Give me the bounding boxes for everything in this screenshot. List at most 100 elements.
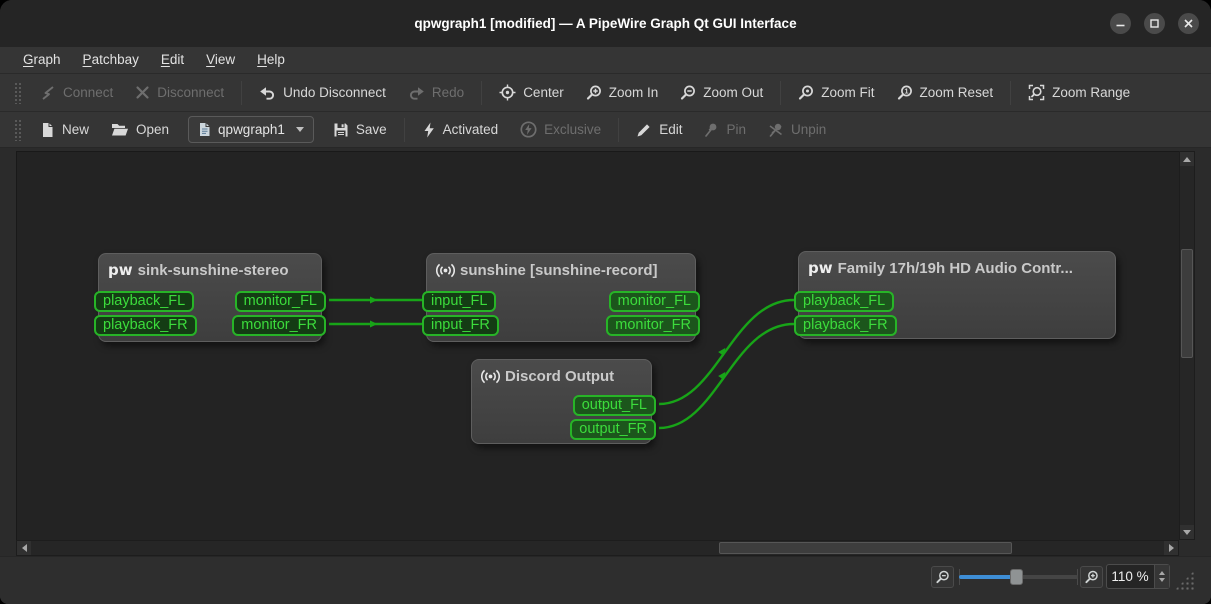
minimize-button[interactable] — [1110, 13, 1131, 34]
exclusive-button[interactable]: Exclusive — [509, 115, 612, 145]
slider-fill — [959, 575, 1016, 579]
redo-button[interactable]: Redo — [397, 78, 475, 108]
window-controls — [1110, 13, 1199, 34]
maximize-button[interactable] — [1144, 13, 1165, 34]
connection-wires — [329, 296, 795, 430]
patchbay-select[interactable]: qpwgraph1 — [188, 116, 314, 143]
node-sink-sunshine-stereo[interactable]: pw sink-sunshine-stereo playback_FL moni… — [94, 253, 326, 342]
graph-canvas[interactable]: pw sink-sunshine-stereo playback_FL moni… — [16, 151, 1179, 540]
disconnect-button[interactable]: Disconnect — [124, 78, 235, 108]
zoom-out-button[interactable]: Zoom Out — [669, 78, 774, 108]
horizontal-scrollbar[interactable] — [16, 540, 1179, 556]
edit-pencil-icon — [637, 123, 650, 136]
chevron-down-icon — [295, 127, 304, 132]
zoom-fit-icon — [799, 85, 814, 100]
vertical-scrollbar[interactable] — [1179, 151, 1195, 540]
port-output-fl[interactable]: output_FL — [572, 395, 656, 416]
new-button[interactable]: New — [29, 115, 100, 145]
menu-graph[interactable]: Graph — [12, 47, 72, 73]
zoom-fit-button[interactable]: Zoom Fit — [787, 78, 885, 108]
port-monitor-fr[interactable]: monitor_FR — [606, 315, 700, 336]
toolbar-separator — [403, 117, 405, 142]
slider-handle[interactable] — [1010, 569, 1023, 585]
menu-edit[interactable]: Edit — [150, 47, 195, 73]
close-button[interactable] — [1178, 13, 1199, 34]
open-button[interactable]: Open — [100, 115, 180, 145]
port-input-fl[interactable]: input_FL — [422, 291, 497, 312]
main-area: pw sink-sunshine-stereo playback_FL moni… — [0, 148, 1211, 556]
pipewire-icon: pw — [808, 259, 833, 277]
scroll-right-button[interactable] — [1164, 541, 1178, 555]
node-discord-output[interactable]: Discord Output output_FL output_FR — [471, 359, 656, 444]
horizontal-scroll-thumb[interactable] — [719, 542, 1012, 554]
arrow-left-icon — [21, 544, 27, 552]
unpin-button[interactable]: Unpin — [757, 115, 837, 145]
port-input-fr[interactable]: input_FR — [422, 315, 499, 336]
port-monitor-fl[interactable]: monitor_FL — [234, 291, 326, 312]
open-folder-icon — [112, 124, 129, 136]
statusbar-zoom-in-button[interactable] — [1080, 566, 1103, 588]
new-file-icon — [43, 122, 53, 137]
node-title: Discord Output — [505, 368, 615, 385]
arrow-right-icon — [1168, 544, 1174, 552]
connect-button[interactable]: Connect — [29, 78, 124, 108]
spin-down-icon[interactable] — [1159, 578, 1165, 582]
zoom-out-icon — [681, 85, 696, 100]
arrow-up-icon — [1183, 156, 1191, 162]
center-icon — [499, 84, 516, 101]
center-button[interactable]: Center — [488, 78, 575, 108]
zoom-percent-spinbox[interactable]: 110 % — [1106, 564, 1170, 589]
scroll-down-button[interactable] — [1180, 525, 1194, 539]
redo-icon — [409, 86, 424, 100]
port-playback-fr[interactable]: playback_FR — [94, 315, 197, 336]
toolbar-separator — [1010, 80, 1012, 105]
save-button[interactable]: Save — [322, 115, 398, 145]
vertical-scroll-thumb[interactable] — [1181, 249, 1193, 358]
activated-button[interactable]: Activated — [411, 115, 510, 145]
menu-help[interactable]: Help — [246, 47, 296, 73]
zoom-percent-value: 110 % — [1111, 569, 1149, 584]
spin-up-icon[interactable] — [1159, 571, 1165, 575]
port-playback-fl[interactable]: playback_FL — [94, 291, 195, 312]
minimize-icon — [1116, 24, 1125, 27]
port-monitor-fl[interactable]: monitor_FL — [608, 291, 700, 312]
zoom-reset-button[interactable]: 1 Zoom Reset — [886, 78, 1005, 108]
port-monitor-fr[interactable]: monitor_FR — [232, 315, 326, 336]
pin-button[interactable]: Pin — [693, 115, 757, 145]
scroll-up-button[interactable] — [1180, 152, 1194, 166]
broadcast-icon — [436, 263, 455, 278]
undo-disconnect-button[interactable]: Undo Disconnect — [248, 78, 397, 108]
activated-bolt-icon — [424, 122, 434, 137]
toolbar-drag-handle[interactable] — [14, 81, 21, 104]
zoom-in-button[interactable]: Zoom In — [575, 78, 670, 108]
menu-patchbay[interactable]: Patchbay — [72, 47, 150, 73]
node-family-hd-audio[interactable]: pw Family 17h/19h HD Audio Contr... play… — [794, 251, 1116, 339]
toolbar-separator — [618, 117, 620, 142]
port-playback-fr[interactable]: playback_FR — [794, 315, 897, 336]
toolbar-patchbay: New Open qpwgraph1 Save Activated Exclus… — [0, 111, 1211, 148]
menu-view[interactable]: View — [195, 47, 246, 73]
edit-button[interactable]: Edit — [625, 115, 693, 145]
patchbay-select-value: qpwgraph1 — [218, 122, 285, 137]
port-output-fr[interactable]: output_FR — [570, 419, 656, 440]
statusbar-zoom-out-button[interactable] — [931, 566, 954, 588]
zoom-range-icon — [1028, 84, 1045, 101]
disconnect-icon — [136, 86, 149, 99]
maximize-icon — [1150, 19, 1159, 28]
pipewire-icon: pw — [108, 261, 133, 279]
zoom-in-icon — [586, 85, 601, 100]
node-title: sunshine [sunshine-record] — [460, 262, 658, 279]
node-title: sink-sunshine-stereo — [137, 261, 289, 279]
scroll-left-button[interactable] — [17, 541, 31, 555]
zoom-slider[interactable] — [959, 567, 1078, 587]
pin-icon — [705, 123, 717, 137]
port-playback-fl[interactable]: playback_FL — [794, 291, 895, 312]
node-title: Family 17h/19h HD Audio Contr... — [837, 259, 1073, 277]
node-sunshine-record[interactable]: sunshine [sunshine-record] input_FL moni… — [422, 253, 700, 342]
toolbar-drag-handle[interactable] — [14, 118, 21, 141]
svg-text:1: 1 — [904, 86, 908, 95]
save-icon — [334, 123, 348, 136]
window-resize-grip[interactable] — [1175, 571, 1194, 590]
zoom-range-button[interactable]: Zoom Range — [1017, 78, 1141, 108]
titlebar[interactable]: qpwgraph1 [modified] — A PipeWire Graph … — [0, 0, 1211, 47]
